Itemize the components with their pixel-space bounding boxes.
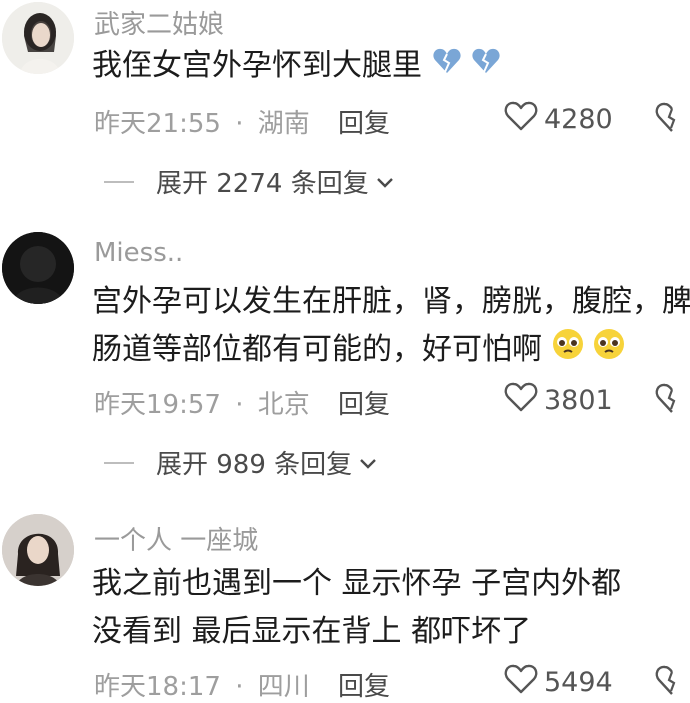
reply-button[interactable]: 回复 [338, 666, 390, 703]
expand-replies-button[interactable]: 展开 989 条回复 [104, 444, 378, 481]
broken-heart-icon [432, 43, 462, 91]
like-button[interactable]: 4280 [504, 100, 613, 139]
reply-button[interactable]: 回复 [338, 384, 390, 421]
separator: · [235, 672, 244, 702]
username[interactable]: 一个人 一座城 [94, 520, 258, 557]
separator: · [235, 390, 244, 420]
username[interactable]: 武家二姑娘 [94, 4, 224, 41]
heart-icon [504, 381, 538, 420]
separator: · [235, 109, 244, 139]
like-button[interactable]: 3801 [504, 381, 613, 420]
expand-replies-button[interactable]: 展开 2274 条回复 [104, 163, 395, 200]
comment-meta: 昨天21:55 · 湖南 [94, 103, 310, 140]
chevron-down-icon [375, 167, 395, 197]
avatar[interactable] [2, 232, 74, 304]
chevron-down-icon [358, 448, 378, 478]
avatar[interactable] [2, 514, 74, 586]
avatar[interactable] [2, 2, 74, 74]
comment-text: 我之前也遇到一个 显示怀孕 子宫内外都 没看到 最后显示在背上 都吓坏了 [92, 566, 622, 649]
comment-text: 我侄女宫外孕怀到大腿里 [92, 42, 690, 91]
like-count: 5494 [544, 667, 613, 698]
heart-icon [504, 100, 538, 139]
comment-meta: 昨天19:57 · 北京 [94, 384, 310, 421]
like-count: 4280 [544, 104, 613, 135]
like-button[interactable]: 5494 [504, 663, 613, 702]
location: 四川 [257, 672, 310, 702]
dislike-icon[interactable] [654, 663, 690, 699]
like-count: 3801 [544, 385, 613, 416]
divider [104, 461, 134, 464]
location: 北京 [257, 390, 310, 420]
timestamp: 昨天19:57 [94, 390, 221, 420]
divider [104, 180, 134, 183]
comment-meta: 昨天18:17 · 四川 [94, 666, 310, 703]
heart-icon [504, 663, 538, 702]
comment-text: 宫外孕可以发生在肝脏，肾，膀胱，腹腔，脾， 肠道等部位都有可能的，好可怕啊 [92, 278, 690, 375]
pleading-face-icon [552, 327, 584, 375]
broken-heart-icon [471, 43, 501, 91]
pleading-face-icon [593, 327, 625, 375]
reply-button[interactable]: 回复 [338, 103, 390, 140]
dislike-icon[interactable] [654, 100, 690, 136]
dislike-icon[interactable] [654, 381, 690, 417]
timestamp: 昨天18:17 [94, 672, 221, 702]
timestamp: 昨天21:55 [94, 109, 221, 139]
username[interactable]: Miess.. [94, 238, 183, 268]
location: 湖南 [257, 109, 310, 139]
